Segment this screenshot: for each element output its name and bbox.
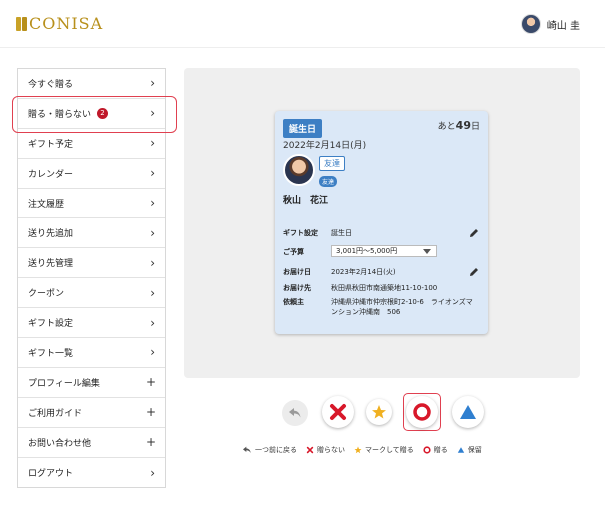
- hold-button[interactable]: [452, 396, 484, 428]
- sidebar-item-label: ギフト予定: [28, 139, 74, 150]
- delivery-date-row: お届け日 2023年2月14日(火): [283, 268, 396, 276]
- user-menu[interactable]: 崎山 圭: [520, 14, 580, 34]
- user-name: 崎山 圭: [546, 20, 580, 32]
- sidebar-item-edit-profile[interactable]: プロフィール編集 +: [18, 368, 165, 398]
- sidebar-item-calendar[interactable]: カレンダー ›: [18, 159, 165, 189]
- gift-card[interactable]: 誕生日 あと49日 2022年2月14日(月) 友達 友達 秋山 花江 ギフト設…: [275, 111, 488, 334]
- action-bar: [280, 393, 490, 433]
- sidebar-item-gift-schedule[interactable]: ギフト予定 ›: [18, 129, 165, 159]
- back-arrow-icon: [243, 446, 251, 453]
- sidebar-item-label: ご利用ガイド: [28, 408, 83, 419]
- sidebar-item-add-recipient[interactable]: 送り先追加 ›: [18, 218, 165, 249]
- cross-icon: [330, 404, 346, 420]
- event-tag: 誕生日: [283, 119, 323, 138]
- budget-select[interactable]: 3,001円〜5,000円: [331, 245, 437, 257]
- budget-row: ご予算: [283, 248, 304, 256]
- plus-icon: +: [145, 405, 156, 420]
- avatar: [520, 14, 541, 34]
- logo-text: CONISA: [29, 14, 104, 33]
- sidebar-item-label: ログアウト: [28, 469, 74, 480]
- send-button[interactable]: [406, 396, 438, 428]
- sidebar-highlight-frame: [12, 96, 177, 133]
- chevron-right-icon: ›: [150, 315, 155, 330]
- sidebar-item-label: ギフト設定: [28, 319, 74, 330]
- sidebar-item-contact[interactable]: お問い合わせ他 +: [18, 428, 165, 458]
- legend-back: 一つ前に戻る: [242, 445, 297, 455]
- gift-setting-row: ギフト設定 誕生日: [283, 229, 352, 237]
- sidebar-item-gift-settings[interactable]: ギフト設定 ›: [18, 308, 165, 339]
- sidebar-item-label: 送り先追加: [28, 229, 74, 240]
- event-date: 2022年2月14日(月): [283, 141, 367, 151]
- chevron-right-icon: ›: [150, 345, 155, 360]
- back-button[interactable]: [282, 400, 308, 426]
- circle-icon: [413, 403, 431, 421]
- triangle-icon: [457, 447, 464, 453]
- chevron-right-icon: ›: [150, 136, 155, 151]
- triangle-icon: [460, 405, 476, 419]
- sidebar-item-label: クーポン: [28, 289, 65, 300]
- chevron-right-icon: ›: [150, 196, 155, 210]
- sidebar-item-coupon[interactable]: クーポン ›: [18, 278, 165, 309]
- chevron-right-icon: ›: [150, 465, 155, 480]
- requester-row: 依頼主 沖縄県沖縄市仲宗根町2-10-6 ライオンズマンション沖縄南 506: [283, 298, 473, 316]
- mark-send-button[interactable]: [366, 399, 392, 425]
- logo-mark-icon: [16, 16, 27, 31]
- sidebar-item-send-now[interactable]: 今すぐ贈る ›: [18, 69, 165, 99]
- star-icon: [354, 446, 362, 454]
- chevron-right-icon: ›: [150, 166, 155, 181]
- relation-chip: 友達: [319, 176, 338, 187]
- pencil-icon[interactable]: [468, 266, 480, 278]
- plus-icon: +: [145, 435, 156, 450]
- chevron-down-icon: [423, 249, 431, 254]
- sidebar-item-label: 送り先管理: [28, 259, 74, 270]
- legend-no-send: 贈らない: [306, 445, 345, 455]
- sidebar-item-label: 今すぐ贈る: [28, 79, 74, 90]
- relation-label: 友達: [319, 156, 345, 171]
- sidebar-item-user-guide[interactable]: ご利用ガイド +: [18, 398, 165, 428]
- chevron-right-icon: ›: [150, 225, 155, 240]
- no-send-button[interactable]: [322, 396, 354, 428]
- legend-mark-send: マークして贈る: [354, 445, 414, 455]
- recipient-photo: [283, 154, 315, 186]
- circle-icon: [423, 446, 431, 454]
- legend-send: 贈る: [423, 445, 448, 455]
- sidebar-item-order-history[interactable]: 注文履歴 ›: [18, 189, 165, 219]
- days-remaining: あと49日: [437, 119, 480, 132]
- sidebar-item-label: お問い合わせ他: [28, 438, 92, 449]
- logo[interactable]: CONISA: [16, 14, 103, 33]
- sidebar-item-logout[interactable]: ログアウト ›: [18, 458, 165, 488]
- sidebar-item-label: プロフィール編集: [28, 378, 100, 389]
- back-arrow-icon: [289, 408, 301, 418]
- legend-hold: 保留: [457, 445, 482, 455]
- chevron-right-icon: ›: [150, 285, 155, 300]
- plus-icon: +: [145, 375, 156, 390]
- star-icon: [372, 405, 386, 419]
- cross-icon: [306, 446, 314, 454]
- sidebar-item-manage-recipients[interactable]: 送り先管理 ›: [18, 248, 165, 279]
- sidebar-item-label: カレンダー: [28, 169, 74, 180]
- sidebar-item-label: 注文履歴: [28, 199, 65, 210]
- header: CONISA 崎山 圭: [0, 0, 605, 48]
- chevron-right-icon: ›: [150, 76, 155, 91]
- chevron-right-icon: ›: [150, 255, 155, 270]
- sidebar-item-label: ギフト一覧: [28, 348, 74, 359]
- sidebar-item-gift-list[interactable]: ギフト一覧 ›: [18, 338, 165, 368]
- delivery-address-row: お届け先 秋田県秋田市南通築地11-10-100: [283, 284, 438, 292]
- recipient-name: 秋山 花江: [283, 196, 329, 206]
- pencil-icon[interactable]: [468, 227, 480, 239]
- action-legend: 一つ前に戻る 贈らない マークして贈る 贈る 保留: [242, 445, 491, 455]
